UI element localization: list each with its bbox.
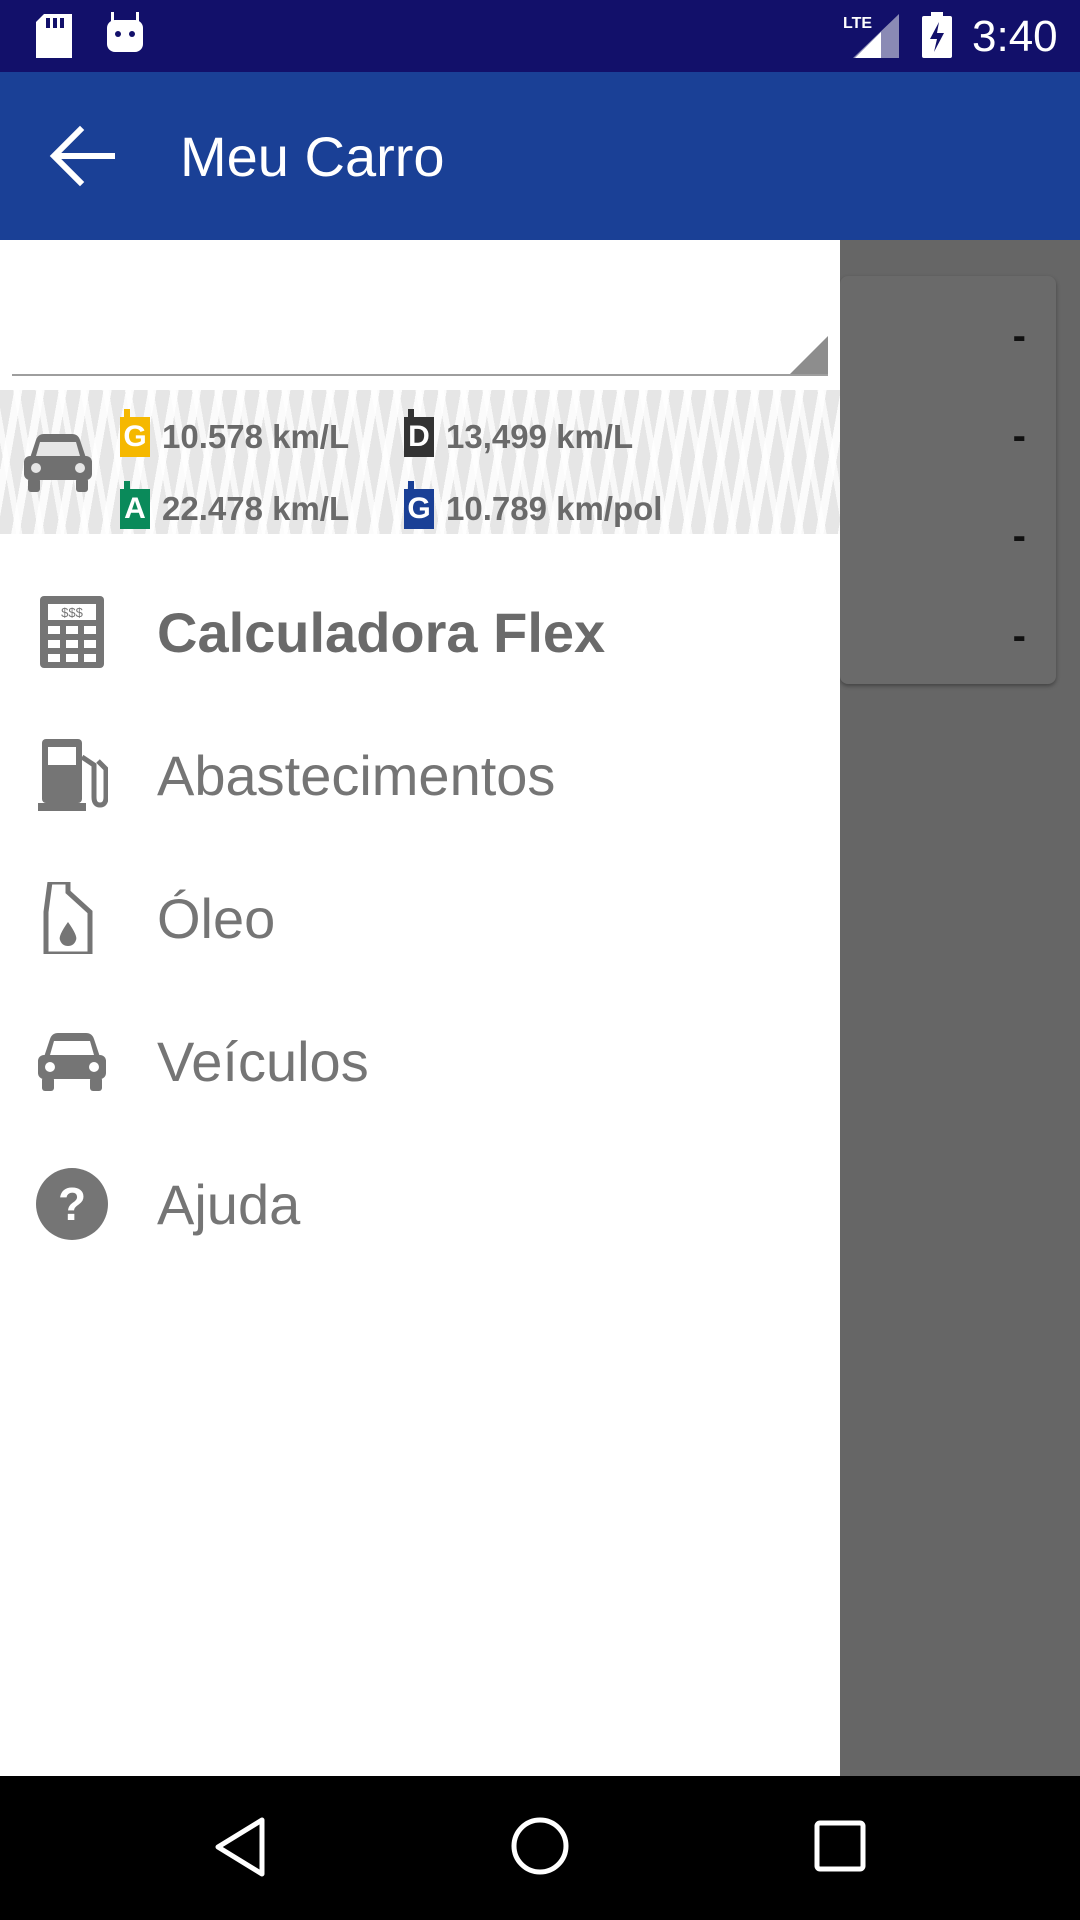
consumption-stats: G 10.578 km/L D 13,499 km/L A 22.478 km/…	[0, 390, 840, 534]
svg-text:?: ?	[58, 1178, 86, 1230]
stat-value: 13,499 km/L	[446, 418, 634, 455]
ethanol-badge-icon: A	[120, 481, 150, 529]
navigation-drawer: G 10.578 km/L D 13,499 km/L A 22.478 km/…	[0, 240, 840, 1776]
vehicle-select[interactable]	[12, 240, 828, 376]
status-time: 3:40	[972, 12, 1058, 61]
menu-item-oleo[interactable]: Óleo	[0, 846, 840, 989]
menu-item-label: Veículos	[157, 1030, 369, 1093]
card-value: -	[1012, 614, 1026, 658]
menu-item-label: Abastecimentos	[157, 744, 556, 807]
battery-charging-icon	[922, 12, 952, 58]
card-value: -	[1012, 314, 1026, 358]
app-bar: Meu Carro	[0, 72, 1080, 240]
dropdown-arrow-icon	[790, 336, 828, 374]
app-title: Meu Carro	[180, 125, 445, 188]
summary-card: - - - -	[840, 276, 1056, 684]
stat-diesel: D 13,499 km/L	[404, 409, 634, 462]
drawer-menu: $$$ Calculadora Flex Abastecimentos Óleo…	[0, 560, 840, 1275]
calculator-icon: $$$	[40, 596, 104, 668]
car-icon	[24, 434, 92, 492]
menu-item-abastecimentos[interactable]: Abastecimentos	[0, 703, 840, 846]
home-nav-icon[interactable]	[510, 1816, 570, 1876]
status-bar: LTE 3:40	[0, 0, 1080, 72]
arrow-back-icon[interactable]	[42, 120, 126, 192]
stat-gasoline: G 10.578 km/L	[120, 409, 350, 462]
back-nav-icon[interactable]	[212, 1816, 268, 1878]
menu-item-label: Calculadora Flex	[157, 601, 606, 664]
sd-card-icon	[36, 14, 72, 58]
card-value: -	[1012, 514, 1026, 558]
svg-text:$$$: $$$	[61, 605, 83, 620]
network-label: LTE	[843, 15, 872, 32]
recents-nav-icon[interactable]	[814, 1820, 866, 1872]
stat-gas: G 10.789 km/pol	[404, 481, 663, 534]
lte-signal-icon: LTE	[843, 14, 899, 58]
help-icon: ?	[36, 1168, 108, 1240]
gas-badge-icon: G	[404, 481, 434, 529]
menu-item-calculadora-flex[interactable]: $$$ Calculadora Flex	[0, 560, 840, 703]
gasoline-badge-icon: G	[120, 409, 150, 457]
stat-ethanol: A 22.478 km/L	[120, 481, 350, 534]
menu-item-label: Óleo	[157, 887, 276, 950]
system-nav-bar	[0, 1776, 1080, 1920]
menu-item-veiculos[interactable]: Veículos	[0, 989, 840, 1132]
menu-item-label: Ajuda	[157, 1173, 301, 1236]
car-icon	[38, 1033, 106, 1091]
stat-value: 10.578 km/L	[162, 418, 350, 455]
stat-value: 10.789 km/pol	[446, 490, 663, 527]
android-icon	[107, 12, 143, 52]
stat-value: 22.478 km/L	[162, 490, 350, 527]
main-content-scrim[interactable]: - - - -	[840, 240, 1080, 1776]
fuel-pump-icon	[38, 739, 108, 811]
screen: LTE 3:40 Meu Carro - - - - G 10.578 km/L…	[0, 0, 1080, 1920]
card-value: -	[1012, 414, 1026, 458]
diesel-badge-icon: D	[404, 409, 434, 457]
menu-item-ajuda[interactable]: ? Ajuda	[0, 1132, 840, 1275]
oil-can-icon	[43, 882, 93, 954]
